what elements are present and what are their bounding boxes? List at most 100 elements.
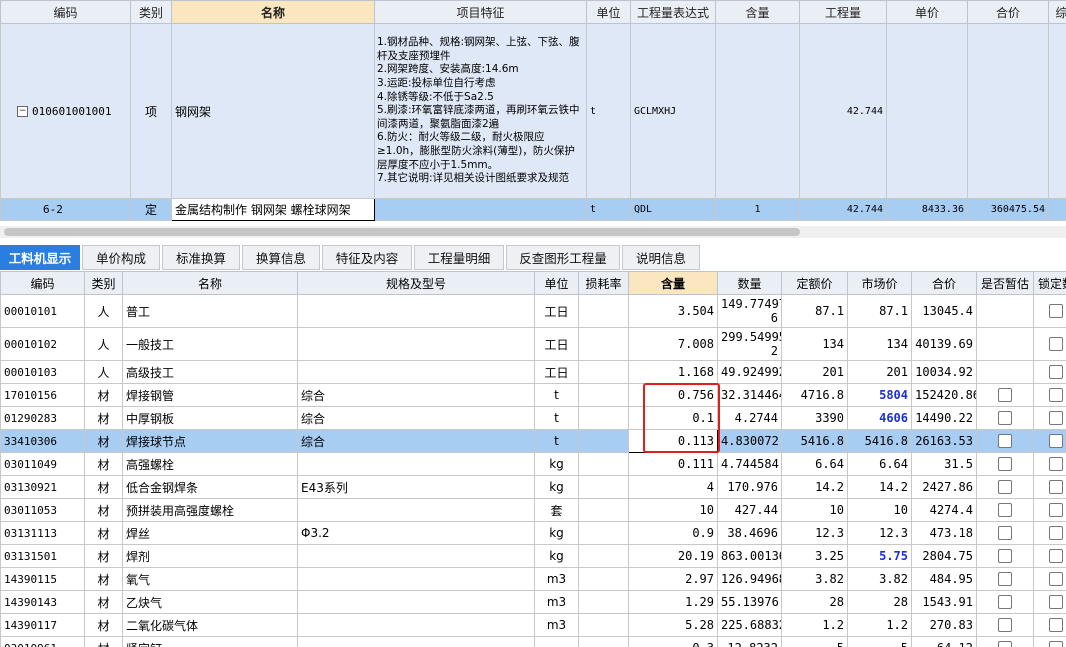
res-qty-cell[interactable]: 427.44 bbox=[717, 498, 782, 522]
res-qty-cell[interactable]: 126.94968 bbox=[717, 567, 782, 591]
res-qty-cell[interactable]: 32.314464 bbox=[717, 383, 782, 407]
res-market-price-cell[interactable]: 4606 bbox=[847, 406, 912, 430]
res-qty-cell[interactable]: 170.976 bbox=[717, 475, 782, 499]
quota-unit-cell[interactable]: t bbox=[586, 198, 631, 221]
res-spec-cell[interactable] bbox=[297, 498, 535, 522]
res-unit-cell[interactable]: 工日 bbox=[534, 327, 579, 361]
res-unit-cell[interactable]: t bbox=[534, 383, 579, 407]
res-col-loss[interactable]: 损耗率 bbox=[578, 271, 629, 295]
res-name-cell[interactable]: 焊接球节点 bbox=[122, 429, 298, 453]
col-unit[interactable]: 单位 bbox=[586, 0, 631, 24]
col-name[interactable]: 名称 bbox=[171, 0, 375, 24]
res-content-cell[interactable]: 1.29 bbox=[628, 590, 718, 614]
res-loss-cell[interactable] bbox=[578, 613, 629, 637]
res-spec-cell[interactable] bbox=[297, 636, 535, 647]
res-name-cell[interactable]: 二氧化碳气体 bbox=[122, 613, 298, 637]
resource-row[interactable]: 03131501 材焊剂 kg 20.19 863.00136 3.25 5.75 2804.… bbox=[0, 544, 1066, 568]
lock-qty-checkbox[interactable] bbox=[1049, 480, 1063, 495]
col-expr[interactable]: 工程量表达式 bbox=[630, 0, 716, 24]
res-name-cell[interactable]: 焊丝 bbox=[122, 521, 298, 545]
res-unit-cell[interactable]: m3 bbox=[534, 590, 579, 614]
res-name-cell[interactable]: 预拼装用高强度螺栓 bbox=[122, 498, 298, 522]
res-code-cell[interactable]: 03011049 bbox=[0, 452, 85, 476]
res-name-cell[interactable]: 高级技工 bbox=[122, 360, 298, 384]
res-total-cell[interactable]: 473.18 bbox=[911, 521, 977, 545]
res-base-price-cell[interactable]: 4716.8 bbox=[781, 383, 848, 407]
quota-composite-cell[interactable] bbox=[1048, 198, 1066, 221]
res-qty-cell[interactable]: 4.744584 bbox=[717, 452, 782, 476]
res-loss-cell[interactable] bbox=[578, 294, 629, 328]
res-unit-cell[interactable]: kg bbox=[534, 544, 579, 568]
res-market-price-cell[interactable]: 3.82 bbox=[847, 567, 912, 591]
col-composite[interactable]: 综合 bbox=[1048, 0, 1066, 24]
lock-qty-checkbox[interactable] bbox=[1049, 526, 1063, 541]
bill-unit-cell[interactable]: t bbox=[586, 23, 631, 199]
lock-qty-checkbox[interactable] bbox=[1049, 388, 1063, 403]
collapse-icon[interactable]: − bbox=[17, 106, 28, 117]
res-content-cell[interactable]: 0.111 bbox=[628, 452, 718, 476]
res-loss-cell[interactable] bbox=[578, 360, 629, 384]
res-col-name[interactable]: 名称 bbox=[122, 271, 298, 295]
col-total[interactable]: 合价 bbox=[967, 0, 1049, 24]
res-market-price-cell[interactable]: 12.3 bbox=[847, 521, 912, 545]
quota-code-cell[interactable]: 6-2 bbox=[0, 198, 131, 221]
res-spec-cell[interactable] bbox=[297, 327, 535, 361]
res-col-lock[interactable]: 锁定数 bbox=[1033, 271, 1066, 295]
quota-qty-cell[interactable]: 42.744 bbox=[799, 198, 887, 221]
res-spec-cell[interactable] bbox=[297, 544, 535, 568]
res-base-price-cell[interactable]: 14.2 bbox=[781, 475, 848, 499]
tab-labor-material-machine[interactable]: 工料机显示 bbox=[0, 245, 80, 270]
res-spec-cell[interactable] bbox=[297, 360, 535, 384]
tab-unit-price-composition[interactable]: 单价构成 bbox=[82, 245, 160, 270]
lock-qty-checkbox[interactable] bbox=[1049, 572, 1063, 587]
provisional-checkbox[interactable] bbox=[998, 641, 1012, 647]
res-type-cell[interactable]: 材 bbox=[84, 636, 123, 647]
res-col-total[interactable]: 合价 bbox=[911, 271, 977, 295]
res-spec-cell[interactable] bbox=[297, 613, 535, 637]
res-type-cell[interactable]: 人 bbox=[84, 360, 123, 384]
tab-reverse-graphic-quantity[interactable]: 反查图形工程量 bbox=[506, 245, 620, 270]
res-unit-cell[interactable]: t bbox=[534, 406, 579, 430]
col-price[interactable]: 单价 bbox=[886, 0, 968, 24]
lock-qty-checkbox[interactable] bbox=[1049, 304, 1063, 319]
res-qty-cell[interactable]: 863.00136 bbox=[717, 544, 782, 568]
res-loss-cell[interactable] bbox=[578, 636, 629, 647]
res-total-cell[interactable]: 26163.53 bbox=[911, 429, 977, 453]
provisional-checkbox[interactable] bbox=[998, 388, 1012, 403]
provisional-checkbox[interactable] bbox=[998, 549, 1012, 564]
res-market-price-cell[interactable]: 5.75 bbox=[847, 544, 912, 568]
res-total-cell[interactable]: 4274.4 bbox=[911, 498, 977, 522]
res-qty-cell[interactable]: 55.13976 bbox=[717, 590, 782, 614]
res-type-cell[interactable]: 材 bbox=[84, 544, 123, 568]
resource-row[interactable]: 00010103 人高级技工 工日 1.168 49.924992 201 201 10034… bbox=[0, 360, 1066, 384]
provisional-checkbox[interactable] bbox=[998, 434, 1012, 449]
res-market-price-cell[interactable]: 28 bbox=[847, 590, 912, 614]
res-unit-cell[interactable]: kg bbox=[534, 475, 579, 499]
res-base-price-cell[interactable]: 1.2 bbox=[781, 613, 848, 637]
bill-composite-cell[interactable] bbox=[1048, 23, 1066, 199]
res-code-cell[interactable]: 03131501 bbox=[0, 544, 85, 568]
res-code-cell[interactable]: 14390117 bbox=[0, 613, 85, 637]
res-code-cell[interactable]: 03011053 bbox=[0, 498, 85, 522]
lock-qty-checkbox[interactable] bbox=[1049, 549, 1063, 564]
res-spec-cell[interactable]: 综合 bbox=[297, 383, 535, 407]
res-spec-cell[interactable] bbox=[297, 294, 535, 328]
res-content-cell[interactable]: 0.9 bbox=[628, 521, 718, 545]
res-qty-cell[interactable]: 225.68832 bbox=[717, 613, 782, 637]
res-code-cell[interactable]: 14390115 bbox=[0, 567, 85, 591]
res-unit-cell[interactable]: 套 bbox=[534, 498, 579, 522]
res-total-cell[interactable]: 270.83 bbox=[911, 613, 977, 637]
resource-row[interactable]: 03011049 材高强螺栓 kg 0.111 4.744584 6.64 6.64 31.5 bbox=[0, 452, 1066, 476]
res-base-price-cell[interactable]: 5416.8 bbox=[781, 429, 848, 453]
res-total-cell[interactable]: 1543.91 bbox=[911, 590, 977, 614]
col-feature[interactable]: 项目特征 bbox=[374, 0, 587, 24]
bill-type-cell[interactable]: 项 bbox=[130, 23, 172, 199]
res-name-cell[interactable]: 氧气 bbox=[122, 567, 298, 591]
res-loss-cell[interactable] bbox=[578, 327, 629, 361]
res-base-price-cell[interactable]: 201 bbox=[781, 360, 848, 384]
res-name-cell[interactable]: 乙炔气 bbox=[122, 590, 298, 614]
tab-description-info[interactable]: 说明信息 bbox=[622, 245, 700, 270]
res-qty-cell[interactable]: 149.77497 6 bbox=[717, 294, 782, 328]
res-loss-cell[interactable] bbox=[578, 383, 629, 407]
lock-qty-checkbox[interactable] bbox=[1049, 595, 1063, 610]
